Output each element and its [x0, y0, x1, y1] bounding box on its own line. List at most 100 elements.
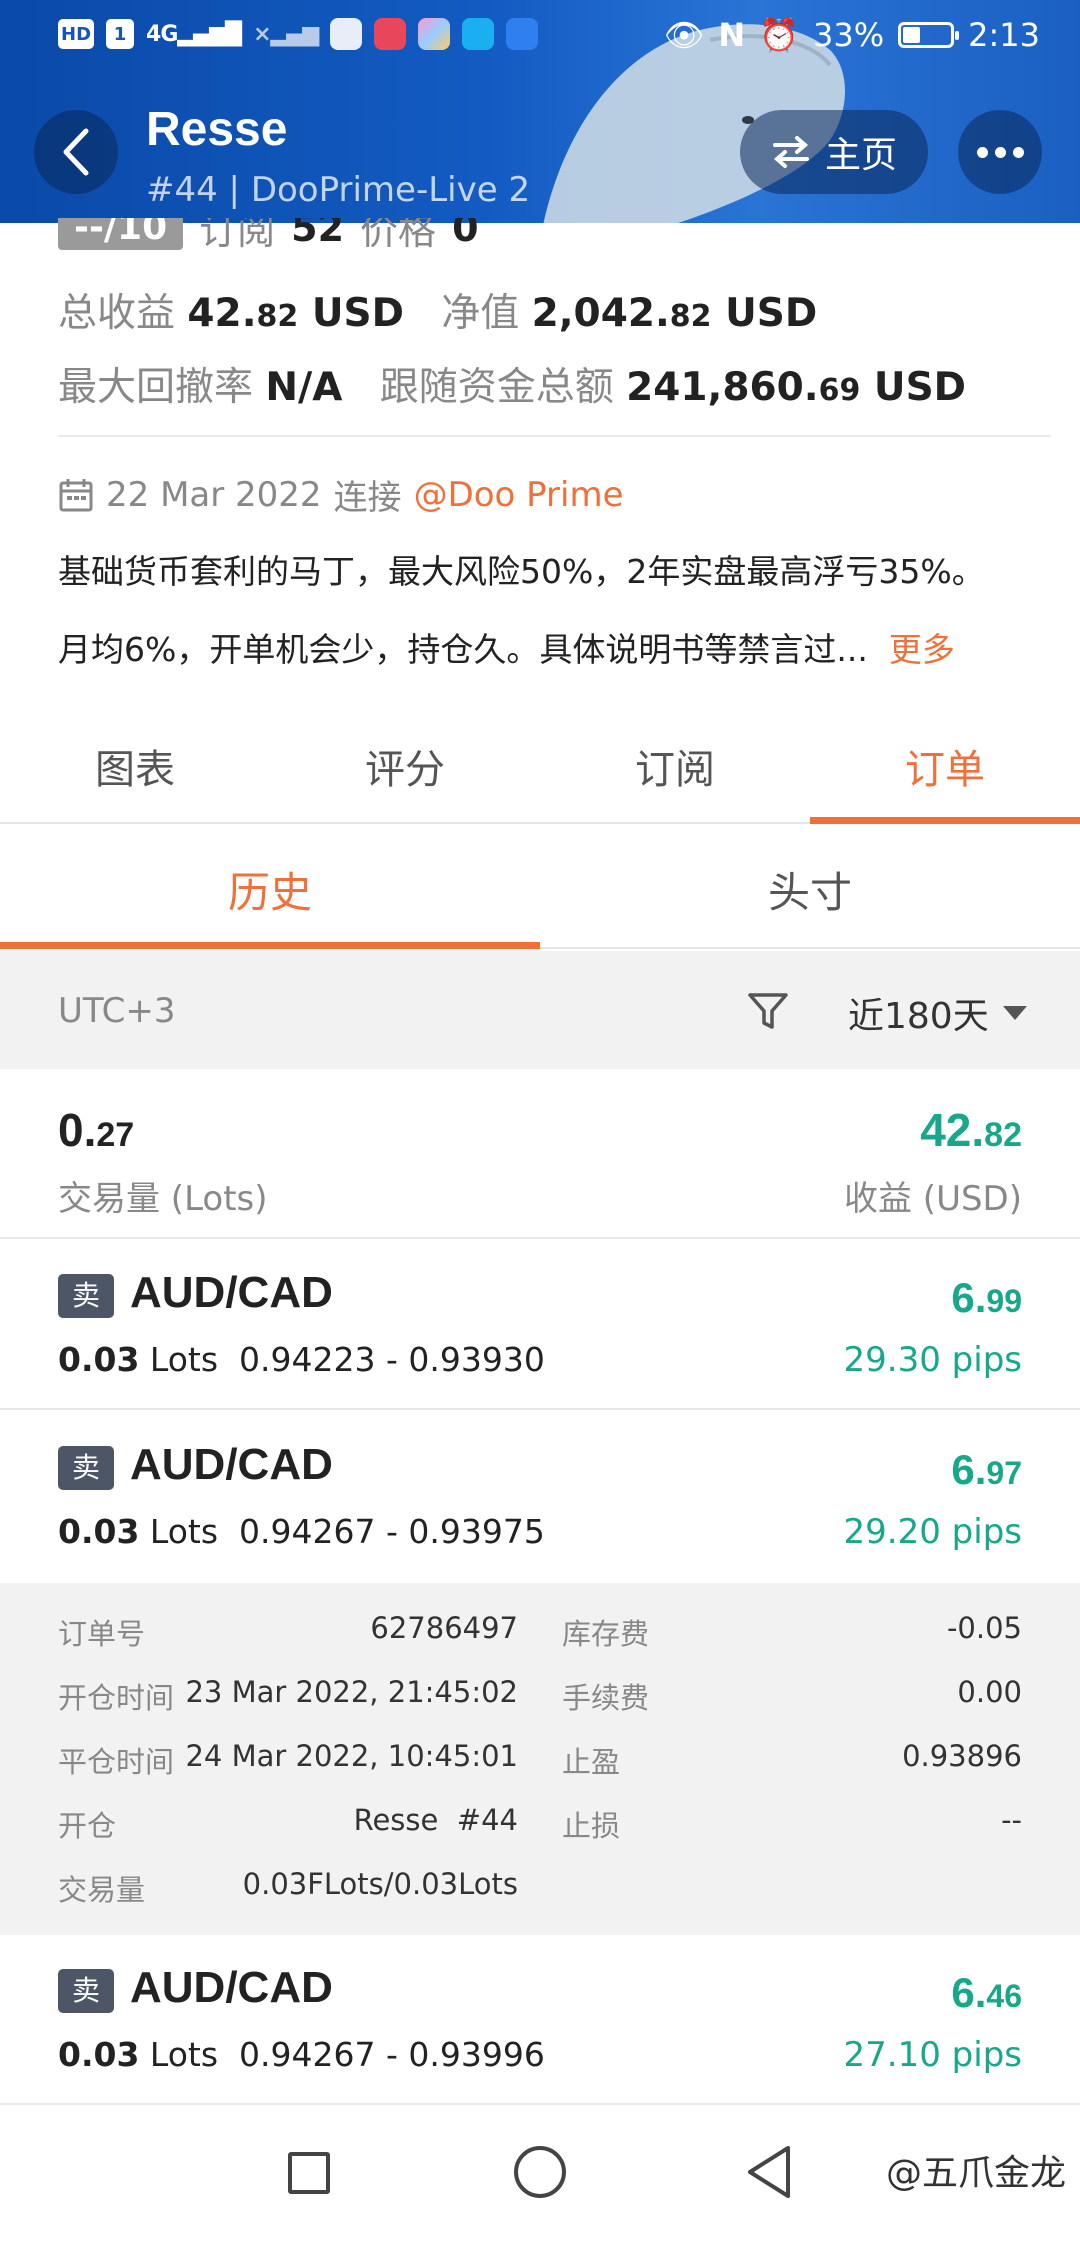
follow-funds-value: 241,860.69 USD	[626, 365, 967, 410]
clock: 2:13	[968, 16, 1040, 54]
photo-notification-icon	[418, 18, 451, 50]
timezone-label: UTC+3	[58, 991, 176, 1031]
nfc-icon: N	[718, 16, 746, 54]
connect-label: 连接	[333, 478, 402, 518]
sim-indicator: 1	[106, 19, 135, 49]
price-label: 价格	[360, 218, 437, 253]
divider	[58, 435, 1050, 437]
status-bar: HD 1 4G▂▄▆█ ×▂▄▆ 👁 N ⏰ 33% 2:13	[0, 0, 1080, 80]
main-tabs: 图表 评分 订阅 订单	[0, 720, 1080, 824]
trade-profit: 6.99	[951, 1274, 1022, 1321]
trade-row[interactable]: 卖 AUD/CAD 0.03 Lots 0.94267 - 0.93996 6.…	[0, 1935, 1080, 2105]
signal-2-icon: ×▂▄▆	[253, 21, 319, 47]
max-drawdown-label: 最大回撤率	[58, 365, 254, 410]
order-no-value: 62786497	[370, 1611, 518, 1645]
profit-total: 42.82	[920, 1104, 1022, 1156]
stop-loss-label: 止损	[562, 1809, 621, 1843]
rating-badge: --/10	[58, 218, 184, 250]
back-button[interactable]	[34, 110, 118, 194]
dot-icon	[976, 146, 988, 158]
max-drawdown-value: N/A	[265, 365, 343, 410]
home-nav-button[interactable]	[514, 2146, 566, 2198]
open-time-value: 23 Mar 2022, 21:45:02	[185, 1675, 518, 1709]
trade-pips: 29.30 pips	[843, 1340, 1022, 1380]
trade-row[interactable]: 卖 AUD/CAD 0.03 Lots 0.94223 - 0.93930 6.…	[0, 1240, 1080, 1410]
trade-profit: 6.97	[951, 1446, 1022, 1493]
app-notification-icon	[330, 18, 363, 50]
filter-icon[interactable]	[746, 989, 790, 1033]
orders-summary: 0.27 交易量 (Lots) 42.82 收益 (USD)	[0, 1069, 1080, 1239]
drawdown-funds-row: 最大回撤率 N/A 跟随资金总额 241,860.69 USD	[58, 356, 966, 412]
tab-subscribe[interactable]: 订阅	[540, 720, 810, 822]
system-nav-bar: @五爪金龙	[0, 2106, 1080, 2244]
dot-icon	[994, 146, 1006, 158]
side-badge: 卖	[58, 1274, 114, 1318]
swap-icon	[772, 136, 809, 168]
trade-row[interactable]: 卖 AUD/CAD 0.03 Lots 0.94267 - 0.93975 6.…	[0, 1412, 1080, 1582]
volume-detail-label: 交易量	[58, 1873, 146, 1907]
broker-link[interactable]: @Doo Prime	[414, 475, 624, 515]
battery-percent: 33%	[813, 16, 885, 54]
close-time-value: 24 Mar 2022, 10:45:01	[185, 1739, 518, 1773]
volume-detail-value: 0.03FLots/0.03Lots	[242, 1867, 518, 1901]
total-profit-label: 总收益	[58, 291, 176, 336]
order-no-label: 订单号	[58, 1617, 146, 1651]
description-line-1: 基础货币套利的马丁，最大风险50%，2年实盘最高浮亏35%。	[58, 552, 985, 591]
symbol: AUD/CAD	[130, 1963, 333, 2012]
subtab-positions[interactable]: 头寸	[540, 843, 1080, 947]
header-banner: HD 1 4G▂▄▆█ ×▂▄▆ 👁 N ⏰ 33% 2:13 Resse #4…	[0, 0, 1080, 223]
eye-icon: 👁	[663, 16, 705, 54]
side-badge: 卖	[58, 1446, 114, 1490]
detail-row: 开仓时间 23 Mar 2022, 21:45:02 手续费 0.00	[0, 1675, 1080, 1739]
app-screen: { "status_bar": { "left_chips": ["HD", "…	[0, 0, 1080, 2244]
watermark: @五爪金龙	[885, 2153, 1066, 2194]
take-profit-value: 0.93896	[902, 1739, 1022, 1773]
range-dropdown[interactable]: 近180天	[848, 987, 1027, 1039]
commission-label: 手续费	[562, 1681, 650, 1715]
connect-row: 22 Mar 2022 连接 @Doo Prime	[58, 470, 624, 519]
detail-row: 订单号 62786497 库存费 -0.05	[0, 1611, 1080, 1675]
volume-label: 交易量 (Lots)	[58, 1179, 268, 1219]
more-options-button[interactable]	[958, 110, 1042, 194]
tab-orders[interactable]: 订单	[810, 720, 1080, 824]
home-button[interactable]: 主页	[740, 110, 928, 194]
commission-value: 0.00	[957, 1675, 1022, 1709]
detail-row: 交易量 0.03FLots/0.03Lots	[0, 1867, 1080, 1931]
subtab-history[interactable]: 历史	[0, 843, 540, 949]
profit-equity-row: 总收益 42.82 USD 净值 2,042.82 USD	[58, 282, 817, 338]
open-label: 开仓	[58, 1809, 117, 1843]
tab-chart[interactable]: 图表	[0, 720, 270, 822]
connect-date: 22 Mar 2022	[106, 474, 322, 515]
volume-total: 0.27	[58, 1104, 135, 1156]
book-notification-icon	[374, 18, 407, 50]
battery-icon	[898, 22, 960, 48]
search-notification-icon	[462, 18, 495, 50]
symbol: AUD/CAD	[130, 1440, 333, 1489]
recents-button[interactable]	[288, 2152, 330, 2194]
subscribe-label: 订阅	[199, 218, 276, 253]
side-badge: 卖	[58, 1969, 114, 2013]
back-nav-button[interactable]	[744, 2144, 794, 2200]
total-profit-value: 42.82 USD	[187, 291, 404, 336]
trade-info: 0.03 Lots 0.94267 - 0.93996	[58, 2035, 545, 2074]
equity-label: 净值	[441, 291, 520, 336]
rating-row: --/10 订阅 52 价格 0	[58, 218, 658, 258]
range-label: 近180天	[848, 996, 989, 1037]
detail-row: 平仓时间 24 Mar 2022, 10:45:01 止盈 0.93896	[0, 1739, 1080, 1803]
signal-4g-icon: 4G▂▄▆█	[146, 21, 242, 47]
home-button-label: 主页	[824, 135, 897, 176]
close-time-label: 平仓时间	[58, 1745, 175, 1779]
stop-loss-value: --	[1001, 1803, 1022, 1837]
order-subtabs: 历史 头寸	[0, 843, 1080, 949]
subscribe-value: 52	[291, 218, 345, 250]
open-time-label: 开仓时间	[58, 1681, 175, 1715]
trade-profit: 6.46	[951, 1969, 1022, 2016]
follow-funds-label: 跟随资金总额	[379, 365, 614, 410]
trade-info: 0.03 Lots 0.94267 - 0.93975	[58, 1512, 545, 1551]
more-link[interactable]: 更多	[889, 630, 955, 669]
symbol: AUD/CAD	[130, 1268, 333, 1317]
tab-rating[interactable]: 评分	[270, 720, 540, 822]
caret-down-icon	[1002, 1006, 1027, 1020]
price-value: 0	[452, 218, 479, 250]
order-details-panel: 订单号 62786497 库存费 -0.05 开仓时间 23 Mar 2022,…	[0, 1583, 1080, 1935]
